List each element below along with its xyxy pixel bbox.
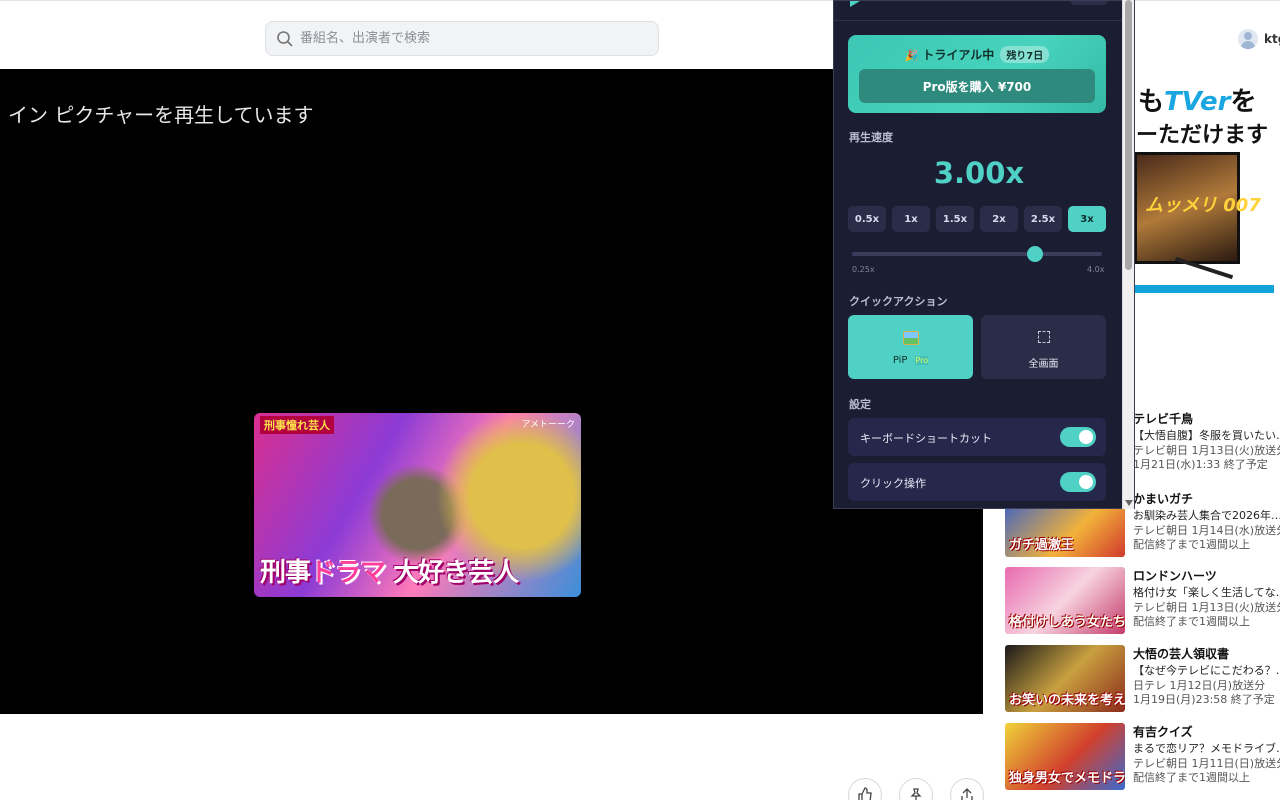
settings-label: 設定: [849, 398, 871, 411]
setting-label: キーボードショートカット: [860, 432, 992, 445]
buy-pro-button[interactable]: Pro版を購入 ¥700: [859, 69, 1095, 103]
item-title: 有吉クイズ: [1133, 725, 1193, 739]
ad-banner[interactable]: もTVerを ーただけます ムッメリ 007: [1134, 69, 1274, 293]
item-description: 【大悟自腹】冬服を買いたい…: [1133, 429, 1280, 442]
setting-keyboard-shortcut: キーボードショートカット: [848, 418, 1106, 456]
item-expiry: 配信終了まで1週間以上: [1133, 615, 1250, 628]
pip-label: PiP: [892, 355, 908, 366]
click-action-toggle[interactable]: [1060, 472, 1096, 492]
picture-icon: [902, 331, 919, 345]
item-description: 【なぜ今テレビにこだわる？…: [1133, 664, 1280, 677]
item-title: ロンドンハーツ: [1133, 569, 1217, 583]
popup-header: [834, 1, 1124, 21]
search-input[interactable]: [300, 22, 650, 55]
pip-thumbnail: 刑事憧れ芸人 アメトーーク 刑事ドラマ 大好き芸人: [254, 413, 581, 597]
slider-min-label: 0.25x: [852, 265, 875, 274]
like-button[interactable]: [848, 778, 882, 800]
search-icon: [277, 31, 293, 47]
play-logo-icon: [850, 1, 860, 7]
list-item[interactable]: お笑いの未来を考える会 大悟の芸人領収書 【なぜ今テレビにこだわる？… 日テレ …: [1005, 645, 1280, 715]
pin-icon: [910, 788, 922, 800]
thumbnail-tag: 刑事憧れ芸人: [260, 416, 334, 434]
program-logo: アメトーーク: [521, 420, 575, 430]
ad-accent-bar: [1134, 285, 1274, 293]
trial-status: 🎉 トライアル中 残り7日: [848, 44, 1106, 63]
quick-action-label: クイックアクション: [849, 295, 948, 308]
fullscreen-label: 全画面: [1028, 359, 1059, 370]
current-speed: 3.00x: [933, 156, 1025, 190]
ad-tv-image: ムッメリ 007: [1134, 152, 1261, 264]
item-description: まるで恋リア？メモドライブ…: [1133, 742, 1280, 755]
avatar: [1238, 29, 1258, 49]
item-description: 格付け女「楽しく生活してな…: [1133, 586, 1280, 599]
slider-fill: [852, 252, 1036, 256]
ad-subline: ーただけます: [1136, 123, 1269, 148]
setting-label: クリック操作: [860, 477, 926, 490]
item-expiry: 配信終了まで1週間以上: [1133, 538, 1250, 551]
speed-button-2x[interactable]: 2x: [980, 206, 1018, 232]
fullscreen-button[interactable]: 全画面: [981, 315, 1106, 379]
slider-handle[interactable]: [1027, 246, 1044, 262]
scroll-down-arrow-icon[interactable]: [1125, 500, 1133, 506]
share-button[interactable]: [950, 778, 984, 800]
speed-preset-group: 0.5x 1x 1.5x 2x 2.5x 3x: [848, 206, 1106, 232]
thumbnail-caption: 刑事ドラマ 大好き芸人: [260, 558, 519, 588]
item-thumbnail: お笑いの未来を考える会: [1005, 645, 1125, 712]
speed-extension-popup: 🎉 トライアル中 残り7日 Pro版を購入 ¥700 再生速度 3.00x 0.5x…: [833, 0, 1135, 509]
item-title: 大悟の芸人領収書: [1133, 647, 1230, 661]
keyboard-shortcut-toggle[interactable]: [1060, 427, 1096, 447]
speed-section-label: 再生速度: [849, 131, 893, 144]
speed-button-2-5x[interactable]: 2.5x: [1024, 206, 1062, 232]
item-thumbnail: 格付けしあう女たち: [1005, 567, 1125, 634]
pip-button[interactable]: PiP Pro: [848, 315, 973, 379]
setting-click-action: クリック操作: [848, 463, 1106, 501]
item-thumbnail: 独身男女でメモドライブ: [1005, 723, 1125, 790]
list-item[interactable]: 格付けしあう女たち ロンドンハーツ 格付け女「楽しく生活してな… テレビ朝日 1…: [1005, 567, 1280, 637]
search-box[interactable]: [265, 21, 659, 56]
thumbs-up-icon: [858, 787, 872, 800]
party-popper-icon: 🎉: [904, 49, 919, 62]
trial-label: トライアル中: [922, 48, 995, 62]
speed-button-3x[interactable]: 3x: [1068, 206, 1106, 232]
trial-card: 🎉 トライアル中 残り7日 Pro版を購入 ¥700: [848, 35, 1106, 113]
speed-button-0-5x[interactable]: 0.5x: [848, 206, 886, 232]
item-title: かまいガチ: [1133, 492, 1194, 506]
slider-max-label: 4.0x: [1087, 265, 1105, 274]
pro-badge: Pro: [915, 356, 929, 365]
item-expiry: 1月21日(水)1:33 終了予定: [1133, 458, 1268, 471]
popup-scrollbar[interactable]: [1122, 0, 1134, 509]
item-description: お馴染み芸人集合で2026年…: [1133, 509, 1280, 522]
item-expiry: 配信終了まで1週間以上: [1133, 771, 1250, 784]
fullscreen-icon: [1037, 331, 1050, 343]
favorite-button[interactable]: [899, 778, 933, 800]
list-item[interactable]: 独身男女でメモドライブ 有吉クイズ まるで恋リア？メモドライブ… テレビ朝日 1…: [1005, 723, 1280, 793]
speed-button-1x[interactable]: 1x: [892, 206, 930, 232]
item-title: テレビ千鳥: [1133, 412, 1194, 426]
action-buttons: [848, 778, 984, 800]
user-name: ktg: [1264, 32, 1280, 46]
pip-playing-message: イン ピクチャーを再生しています: [8, 103, 314, 127]
user-menu[interactable]: ktg: [1238, 27, 1280, 51]
ad-headline: もTVerを: [1138, 87, 1257, 117]
share-icon: [961, 788, 973, 800]
speed-button-1-5x[interactable]: 1.5x: [936, 206, 974, 232]
speed-slider[interactable]: [852, 246, 1102, 262]
trial-days-badge: 残り7日: [1000, 46, 1050, 63]
version-badge: [1070, 1, 1108, 5]
item-expiry: 1月19日(月)23:58 終了予定: [1133, 693, 1275, 706]
scrollbar-thumb[interactable]: [1125, 0, 1132, 270]
